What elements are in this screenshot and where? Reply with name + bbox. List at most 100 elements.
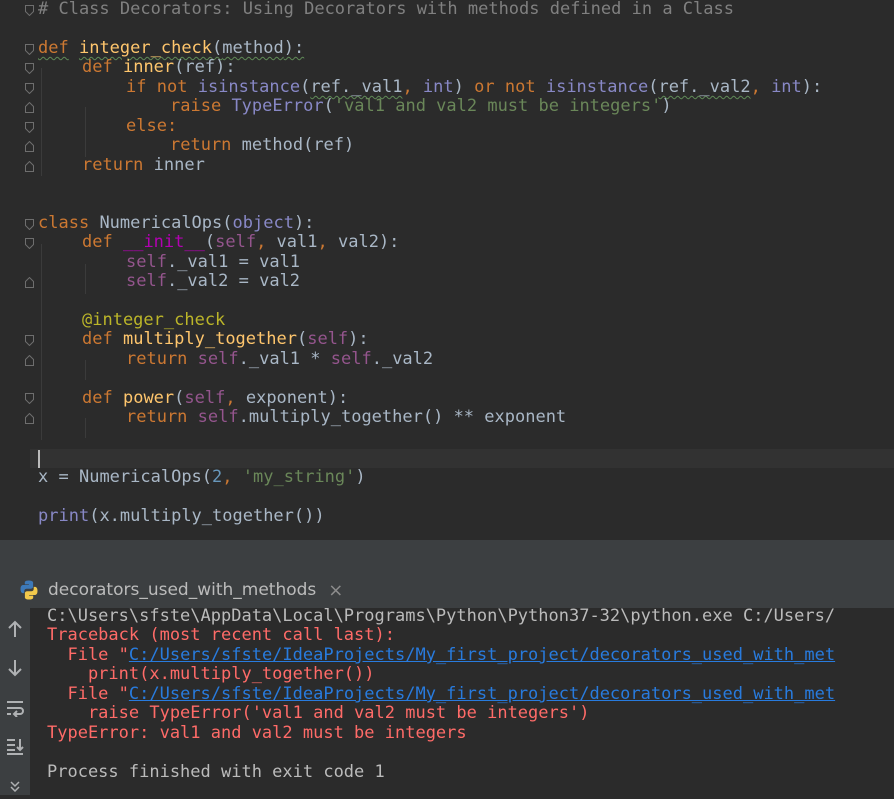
file-path-link[interactable]: C:/Users/sfste/IdeaProjects/My_first_pro… (129, 645, 835, 665)
console-command-line: C:\Users\sfste\AppData\Local\Programs\Py… (47, 608, 836, 626)
file-prefix: File " (47, 684, 129, 704)
code-line: def power(self, exponent): (82, 388, 349, 408)
code-line: def inner(ref): (82, 57, 236, 77)
param: val2 (337, 232, 379, 252)
code-line: return inner (82, 155, 205, 175)
keyword: def (82, 329, 113, 349)
identifier: inner (153, 155, 205, 175)
code-editor[interactable]: # Class Decorators: Using Decorators wit… (0, 0, 894, 540)
identifier: .multiply_together() (238, 407, 444, 427)
code-line: self._val1 = val1 (126, 252, 301, 272)
string-literal: 'val1 and val2 must be integers' (333, 96, 662, 116)
keyword: return (170, 135, 232, 155)
fold-marker-icon[interactable] (25, 335, 34, 346)
self-param: self (197, 407, 239, 427)
file-path-link[interactable]: C:/Users/sfste/IdeaProjects/My_first_pro… (129, 684, 835, 704)
function-name: integer_check (78, 38, 213, 58)
run-tab[interactable]: decorators_used_with_methods × (18, 576, 343, 604)
builtin: isinstance (545, 77, 649, 97)
class-name: NumericalOps (99, 213, 223, 233)
identifier: ._val1 (238, 349, 301, 369)
fold-marker-icon[interactable] (25, 44, 34, 55)
console-file-line: File "C:/Users/sfste/IdeaProjects/My_fir… (47, 645, 835, 665)
identifier: ._val1 (166, 252, 229, 272)
indent-guide (85, 107, 86, 157)
console-traceback-header: Traceback (most recent call last): (47, 625, 395, 645)
keyword: def (82, 57, 113, 77)
builtin: int (422, 77, 454, 97)
indent-guide (41, 244, 42, 440)
self-param: self (126, 252, 167, 272)
param: exponent (245, 388, 328, 408)
python-icon (20, 580, 38, 600)
text-caret (38, 450, 40, 468)
fold-marker-icon[interactable] (25, 122, 34, 133)
code-line: x = NumericalOps(2, 'my_string') (38, 467, 366, 487)
current-line-highlight (30, 449, 894, 468)
fold-end-icon[interactable] (25, 102, 34, 113)
fold-end-icon[interactable] (25, 413, 34, 424)
identifier: exponent (484, 407, 567, 427)
arrow-up-icon[interactable] (0, 615, 30, 643)
builtin: isinstance (197, 77, 301, 97)
fold-marker-icon[interactable] (25, 238, 34, 249)
string-literal: 'my_string' (242, 467, 356, 487)
function-name: multiply_together (122, 329, 297, 349)
keyword: def (38, 38, 69, 58)
close-icon[interactable]: × (328, 580, 343, 601)
identifier: method(ref) (241, 135, 355, 155)
run-toolbar (0, 608, 30, 795)
soft-wrap-icon[interactable] (0, 694, 30, 722)
scroll-to-end-icon[interactable] (0, 732, 30, 760)
self-param: self (330, 349, 372, 369)
indent-guide (41, 68, 42, 176)
code-line: def multiply_together(self): (82, 329, 369, 349)
console-code-line: raise TypeError('val1 and val2 must be i… (47, 703, 590, 723)
keyword: if (126, 77, 147, 97)
code-line: if not isinstance(ref._val1, int) or not… (126, 77, 823, 97)
indent-guide (85, 264, 86, 294)
code-line: return self._val1 * self._val2 (126, 349, 434, 369)
fold-end-icon[interactable] (25, 355, 34, 366)
function-name: power (122, 388, 175, 408)
self-param: self (215, 232, 257, 252)
builtin: object (232, 213, 294, 233)
fold-marker-icon[interactable] (25, 63, 34, 74)
param: ref (184, 57, 216, 77)
identifier: ._val2 (166, 271, 229, 291)
fold-end-icon[interactable] (25, 141, 34, 152)
panel-splitter[interactable] (0, 540, 894, 570)
fold-marker-icon[interactable] (25, 219, 34, 230)
keyword: class (38, 213, 90, 233)
identifier: ._val2 (371, 349, 434, 369)
code-line: raise TypeError('val1 and val2 must be i… (170, 96, 672, 116)
keyword: return (126, 407, 188, 427)
decorator: @integer_check (82, 310, 226, 330)
keyword: raise (170, 96, 222, 116)
builtin: int (771, 77, 802, 97)
run-console-output[interactable]: C:\Users\sfste\AppData\Local\Programs\Py… (30, 608, 894, 795)
param: val1 (276, 232, 318, 252)
file-prefix: File " (47, 645, 129, 665)
keyword: or (474, 77, 495, 97)
code-line: def integer_check(method): (38, 38, 305, 58)
keyword: else (126, 116, 167, 136)
code-line: print(x.multiply_together()) (38, 506, 325, 526)
function-name: __init__ (122, 232, 205, 252)
fold-marker-icon[interactable] (25, 393, 34, 404)
code-line: class NumericalOps(object): (38, 213, 315, 233)
fold-marker-icon[interactable] (25, 5, 34, 16)
identifier: val2 (259, 271, 301, 291)
self-param: self (197, 349, 239, 369)
fold-end-icon[interactable] (25, 277, 34, 288)
identifier: x.multiply_together() (99, 506, 315, 526)
fold-end-icon[interactable] (25, 161, 34, 172)
keyword: not (504, 77, 536, 97)
indent-guide (85, 360, 86, 380)
fold-marker-icon[interactable] (25, 83, 34, 94)
builtin: TypeError (231, 96, 324, 116)
arrow-down-icon[interactable] (0, 654, 30, 682)
run-tab-label: decorators_used_with_methods (48, 580, 317, 600)
keyword: not (156, 77, 188, 97)
identifier: val1 (259, 252, 301, 272)
